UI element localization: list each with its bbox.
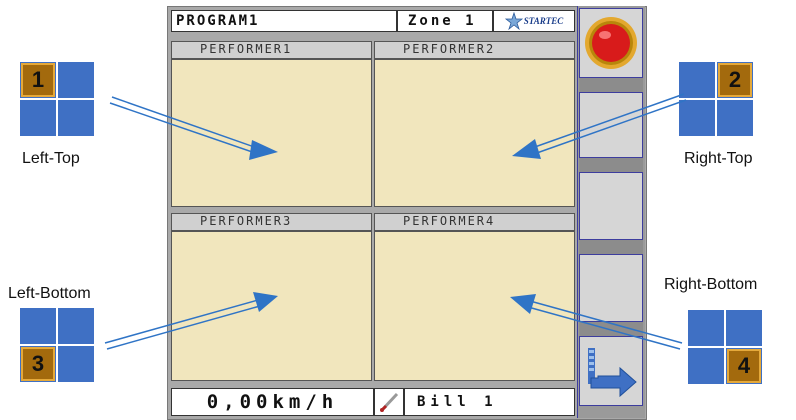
arrow-right-bottom: [510, 294, 683, 350]
arrow-right-top: [512, 93, 687, 159]
pointer-arrows: [104, 93, 687, 350]
arrow-left-bottom: [104, 292, 278, 350]
arrow-left-top: [109, 96, 278, 160]
